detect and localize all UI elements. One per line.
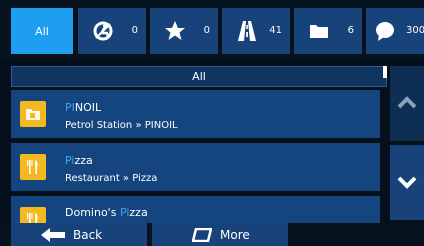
list-item-category: Petrol Station » PINOIL	[65, 120, 178, 131]
tab-favorites-count: 0	[203, 25, 210, 36]
back-button[interactable]: Back	[11, 223, 147, 246]
bottom-bar: Back More	[0, 223, 424, 246]
tab-all-label: All	[35, 24, 49, 38]
star-icon	[165, 21, 185, 40]
list-item-name: Pizza	[65, 154, 93, 167]
more-icon	[192, 227, 212, 242]
restaurant-icon	[20, 207, 46, 223]
disabled-access-icon	[93, 21, 113, 41]
folder-icon	[310, 25, 328, 38]
scroll-up-button[interactable]	[390, 66, 424, 141]
more-button[interactable]: More	[152, 223, 288, 246]
back-button-label: Back	[73, 227, 103, 242]
list-item-name: PINOIL	[65, 101, 102, 114]
list-header: All	[11, 66, 387, 87]
tab-road[interactable]: 41	[222, 8, 290, 54]
tab-disabled-access[interactable]: 0	[78, 8, 146, 54]
list-item[interactable]: PINOIL Petrol Station » PINOIL	[11, 90, 380, 138]
tab-road-count: 41	[269, 25, 282, 36]
tab-messages-count: 300	[406, 25, 424, 36]
speech-bubble-icon	[376, 22, 394, 41]
list-item-category: Restaurant » Pizza	[65, 173, 158, 184]
tab-messages[interactable]: 300	[366, 8, 424, 54]
arrow-left-icon	[41, 227, 65, 242]
tab-all[interactable]: All	[11, 8, 73, 54]
scroll-down-button[interactable]	[390, 145, 424, 220]
tab-disabled-access-count: 0	[131, 25, 138, 36]
tab-favorites[interactable]: 0	[150, 8, 218, 54]
list-item-name: Domino's Pizza	[65, 206, 148, 219]
restaurant-icon	[20, 154, 46, 180]
chevron-up-icon	[397, 96, 417, 109]
category-filter-bar: All 0 0 41 6 300	[0, 0, 424, 60]
list-item[interactable]: Pizza Restaurant » Pizza	[11, 143, 380, 191]
chevron-down-icon	[397, 176, 417, 189]
list-item[interactable]: Domino's Pizza	[11, 196, 380, 223]
petrol-station-icon	[20, 101, 46, 127]
tab-folder-count: 6	[347, 25, 354, 36]
more-button-label: More	[220, 227, 250, 242]
tab-folder[interactable]: 6	[294, 8, 362, 54]
road-icon	[238, 21, 256, 41]
scroll-position-indicator	[383, 66, 387, 78]
